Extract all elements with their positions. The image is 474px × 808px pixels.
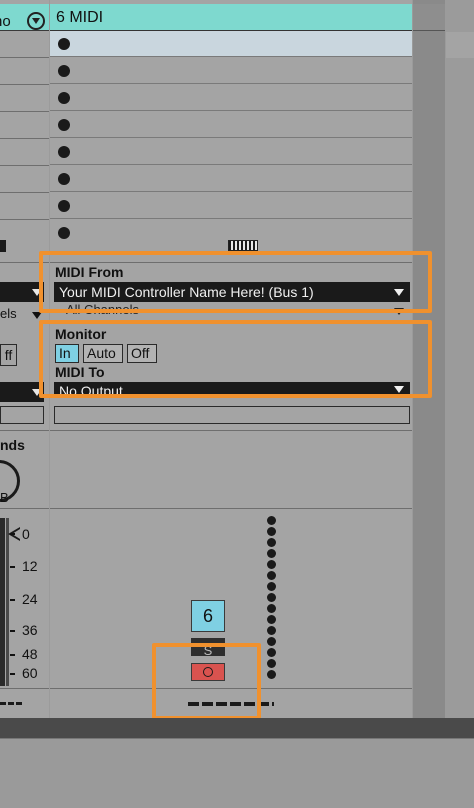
volume-meter bbox=[0, 518, 5, 686]
divider bbox=[0, 688, 49, 689]
left-clip-slot[interactable] bbox=[0, 166, 49, 193]
divider bbox=[0, 430, 49, 431]
highlight-monitor bbox=[39, 320, 432, 398]
clip-slot[interactable] bbox=[50, 193, 412, 219]
stop-clip-icon[interactable] bbox=[0, 240, 6, 252]
record-slot-icon[interactable] bbox=[58, 92, 70, 104]
sends-label: nds bbox=[0, 437, 25, 453]
clip-slot[interactable] bbox=[50, 112, 412, 138]
tick-mark bbox=[10, 654, 15, 656]
tick-mark bbox=[10, 566, 15, 568]
left-clip-slot[interactable] bbox=[0, 193, 49, 220]
send-knob-value: B bbox=[0, 490, 9, 505]
highlight-midi-from bbox=[39, 251, 432, 313]
master-header[interactable] bbox=[413, 4, 445, 31]
left-clip-slot[interactable] bbox=[0, 85, 49, 112]
right-slot[interactable] bbox=[446, 32, 474, 58]
divider bbox=[50, 430, 412, 431]
level-24: 24 bbox=[22, 591, 38, 607]
left-clip-slot[interactable] bbox=[0, 112, 49, 139]
track-title-bar[interactable]: 6 MIDI bbox=[50, 4, 412, 31]
left-monitor-off-button[interactable]: ff bbox=[0, 344, 17, 366]
left-channel-text: els bbox=[0, 306, 17, 321]
clip-slot[interactable] bbox=[50, 166, 412, 192]
left-track-header[interactable]: no bbox=[0, 4, 49, 31]
record-slot-icon[interactable] bbox=[58, 146, 70, 158]
tick-mark bbox=[10, 533, 15, 535]
record-slot-icon[interactable] bbox=[58, 65, 70, 77]
tick-mark bbox=[10, 630, 15, 632]
left-clip-slot[interactable] bbox=[0, 58, 49, 85]
track-activator-button[interactable]: 6 bbox=[191, 600, 225, 632]
record-slot-icon[interactable] bbox=[58, 119, 70, 131]
left-input-type-dropdown[interactable] bbox=[0, 282, 44, 302]
record-slot-icon[interactable] bbox=[58, 200, 70, 212]
highlight-arm bbox=[152, 643, 261, 720]
level-60: 60 bbox=[22, 665, 38, 681]
midi-activity-meter bbox=[267, 516, 276, 679]
record-slot-icon[interactable] bbox=[58, 38, 70, 50]
divider bbox=[50, 508, 412, 509]
clip-stop-icon[interactable] bbox=[228, 240, 258, 251]
left-clip-slot[interactable] bbox=[0, 139, 49, 166]
clip-slot[interactable] bbox=[50, 58, 412, 84]
record-slot-icon[interactable] bbox=[58, 173, 70, 185]
volume-fader-track[interactable] bbox=[6, 518, 9, 686]
fold-arrow-icon[interactable] bbox=[27, 12, 45, 30]
left-track-title: no bbox=[0, 13, 11, 30]
detail-view-area bbox=[0, 738, 474, 808]
tick-mark bbox=[10, 673, 15, 675]
level-36: 36 bbox=[22, 622, 38, 638]
left-level-bar bbox=[0, 702, 24, 705]
clip-slot[interactable] bbox=[50, 85, 412, 111]
tick-mark bbox=[10, 599, 15, 601]
clip-slot[interactable] bbox=[50, 220, 412, 242]
right-panel bbox=[446, 0, 474, 718]
left-output-dropdown[interactable] bbox=[0, 382, 44, 402]
left-monitor-off-label: ff bbox=[4, 347, 13, 363]
track-title: 6 MIDI bbox=[56, 9, 104, 26]
divider bbox=[0, 508, 49, 509]
clip-slot[interactable] bbox=[50, 139, 412, 165]
left-clip-slot[interactable] bbox=[0, 31, 49, 58]
record-slot-icon[interactable] bbox=[58, 227, 70, 239]
level-12: 12 bbox=[22, 558, 38, 574]
level-0: 0 bbox=[22, 526, 30, 542]
clip-slot[interactable] bbox=[50, 31, 412, 57]
chevron-down-icon bbox=[32, 312, 42, 319]
left-output-channel-box[interactable] bbox=[0, 406, 44, 424]
mixer-bottom-bar bbox=[0, 718, 474, 738]
output-channel-box[interactable] bbox=[54, 406, 410, 424]
level-48: 48 bbox=[22, 646, 38, 662]
